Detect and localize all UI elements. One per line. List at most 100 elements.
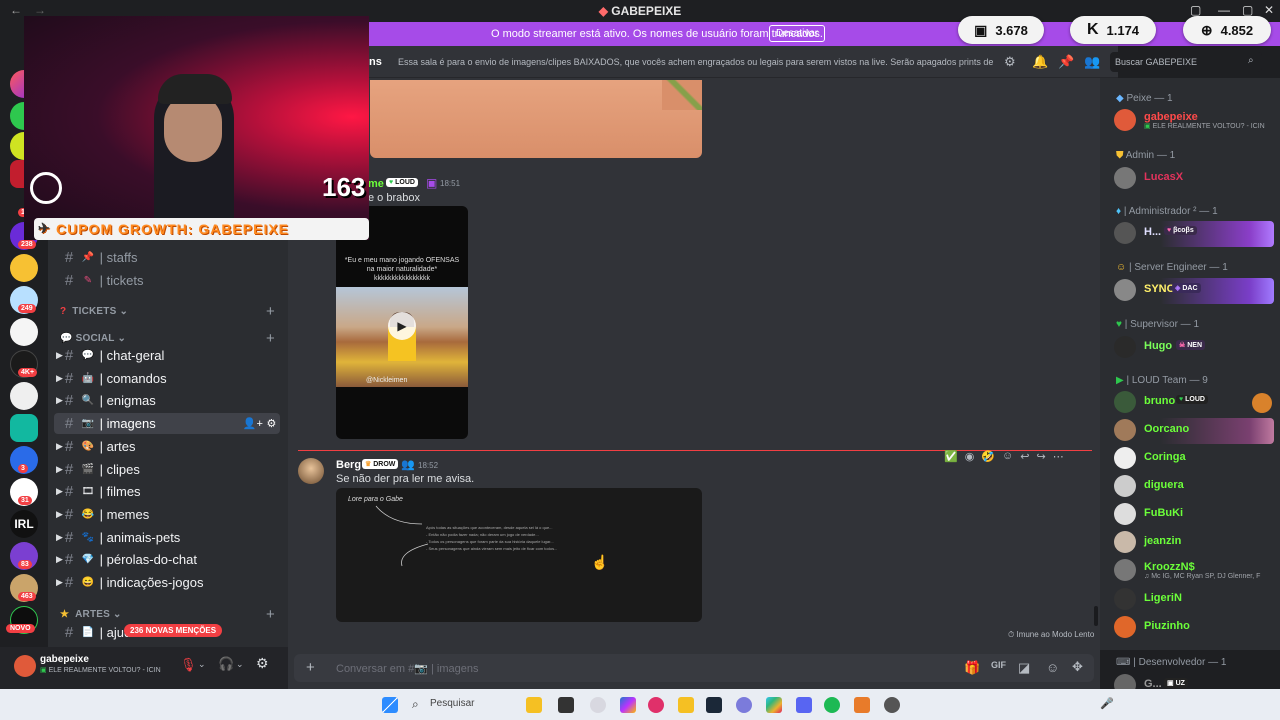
- channel-staffs[interactable]: # 📌 | staffs: [58, 247, 280, 268]
- widgets-icon[interactable]: [526, 697, 542, 713]
- lore-image-attachment[interactable]: Lore para o Gabe Após todas as situações…: [336, 488, 702, 622]
- app-icon[interactable]: [590, 697, 606, 713]
- slack-icon[interactable]: [766, 697, 782, 713]
- headphones-icon[interactable]: 🎧: [218, 656, 234, 672]
- server-icon[interactable]: [10, 382, 38, 410]
- member-diguera[interactable]: diguera: [1112, 474, 1274, 500]
- member-admin[interactable]: H... ♥ βcoβs: [1112, 221, 1274, 247]
- steam-icon[interactable]: [706, 697, 722, 713]
- member-piuzinho[interactable]: Piuzinho: [1112, 615, 1274, 641]
- gift-icon[interactable]: 🎁: [964, 660, 980, 676]
- add-attachment-icon[interactable]: +: [306, 659, 315, 676]
- server-icon[interactable]: [10, 318, 38, 346]
- user-settings-icon[interactable]: ⚙: [256, 655, 269, 672]
- irl-server-icon[interactable]: IRL: [10, 510, 38, 538]
- new-mentions-pill[interactable]: 236 NOVAS MENÇÕES: [124, 624, 223, 637]
- member-bruno[interactable]: bruno ♥ LOUD: [1112, 390, 1274, 416]
- channel-chat-geral[interactable]: ▶ # 💬 | chat-geral: [56, 345, 280, 366]
- gif-icon[interactable]: GIF: [991, 660, 1006, 670]
- channel-indicacoes-jogos[interactable]: ▶ # 😄 | indicações-jogos: [56, 572, 280, 593]
- members-list-icon[interactable]: 👥: [1084, 54, 1100, 70]
- message-input-field[interactable]: + Conversar em #📷 | imagens 🎁 GIF ◪ ☺ ✥: [294, 654, 1094, 682]
- microphone-icon[interactable]: 🎤: [1100, 697, 1114, 710]
- channel-animais-pets[interactable]: ▶ # 🐾 | animais-pets: [56, 527, 280, 548]
- apps-icon[interactable]: ✥: [1072, 659, 1083, 675]
- search-box[interactable]: Buscar GABEPEIXE ⌕: [1110, 52, 1262, 72]
- copilot-icon[interactable]: [620, 697, 636, 713]
- more-options-icon[interactable]: ⋯: [1053, 450, 1064, 463]
- server-icon[interactable]: [10, 414, 38, 442]
- channel-perolas-do-chat[interactable]: ▶ # 💎 | pérolas-do-chat: [56, 549, 280, 570]
- app-icon[interactable]: [854, 697, 870, 713]
- chevron-down-icon[interactable]: ⌄: [198, 659, 206, 670]
- message-author[interactable]: Berg: [336, 459, 361, 471]
- message-author[interactable]: me: [368, 178, 384, 190]
- obs-icon[interactable]: [884, 697, 900, 713]
- emoji-reaction-icon[interactable]: 🤣: [981, 450, 995, 463]
- category-social[interactable]: 💬 SOCIAL ⌄ +: [60, 330, 275, 347]
- sticker-icon[interactable]: ◪: [1018, 660, 1030, 676]
- member-gabepeixe[interactable]: gabepeixe ▣ ELE REALMENTE VOLTOU? - ICIN: [1112, 108, 1274, 134]
- settings-gear-icon[interactable]: ⚙: [267, 417, 277, 430]
- add-channel-icon[interactable]: +: [266, 606, 275, 623]
- threads-icon[interactable]: ⚙: [1004, 54, 1016, 70]
- member-dev[interactable]: G... ▣ UZ: [1112, 673, 1274, 689]
- taskbar-search[interactable]: Pesquisar: [430, 698, 474, 709]
- task-view-icon[interactable]: [558, 697, 574, 713]
- channel-imagens[interactable]: # 📷 | imagens 👤+ ⚙: [54, 413, 280, 434]
- bell-icon[interactable]: 🔔: [1032, 54, 1048, 70]
- play-icon[interactable]: ▶: [388, 312, 416, 340]
- add-channel-icon[interactable]: +: [266, 303, 275, 320]
- member-oorcano[interactable]: Oorcano: [1112, 418, 1274, 444]
- member-kroozzn[interactable]: KroozzN$ ♫ Mc IG, MC Ryan SP, DJ Glenner,…: [1112, 558, 1274, 584]
- previous-image-attachment[interactable]: [370, 80, 702, 158]
- maximize-icon[interactable]: ▢: [1242, 3, 1253, 17]
- close-window-icon[interactable]: ✕: [1264, 3, 1274, 17]
- channel-filmes[interactable]: ▶ # 🎞 | filmes: [56, 481, 280, 502]
- app-icon[interactable]: [736, 697, 752, 713]
- category-artes[interactable]: ★ ARTES ⌄ +: [60, 606, 275, 623]
- channel-enigmas[interactable]: ▶ # 🔍 | enigmas: [56, 390, 280, 411]
- chat-scrollbar[interactable]: [1094, 606, 1098, 626]
- discord-icon[interactable]: [796, 697, 812, 713]
- forward-icon[interactable]: ↪: [1036, 450, 1045, 463]
- windows-start-icon[interactable]: [382, 697, 398, 713]
- channel-memes[interactable]: ▶ # 😂 | memes: [56, 504, 280, 525]
- category-tickets[interactable]: ? TICKETS ⌄ +: [60, 303, 275, 320]
- member-jeanzin[interactable]: jeanzin: [1112, 530, 1274, 556]
- opera-icon[interactable]: [648, 697, 664, 713]
- reply-icon[interactable]: ↩: [1020, 450, 1029, 463]
- channel-comandos[interactable]: ▶ # 🤖 | comandos: [56, 368, 280, 389]
- check-reaction-icon[interactable]: ✅: [944, 450, 958, 463]
- user-name[interactable]: gabepeixe: [40, 654, 89, 665]
- reaction-icon[interactable]: ◉: [965, 450, 975, 463]
- disable-streamer-button[interactable]: Desativar: [769, 25, 826, 42]
- spotify-icon[interactable]: [824, 697, 840, 713]
- invite-icon[interactable]: 👤+: [243, 417, 263, 430]
- channel-clipes[interactable]: ▶ # 🎬 | clipes: [56, 459, 280, 480]
- channel-artes[interactable]: ▶ # 🎨 | artes: [56, 436, 280, 457]
- pin-icon[interactable]: 📌: [1058, 54, 1074, 70]
- kick-count: 1.174: [1106, 22, 1140, 38]
- member-coringa[interactable]: Coringa: [1112, 446, 1274, 472]
- minimize-icon[interactable]: —: [1218, 3, 1230, 17]
- channel-topic[interactable]: Essa sala é para o envio de imagens/clip…: [398, 57, 994, 67]
- twitch-count: 3.678: [995, 22, 1028, 38]
- muted-mic-icon[interactable]: 🎙: [180, 657, 197, 673]
- inbox-icon[interactable]: ▢: [1190, 3, 1201, 17]
- member-group-header: ⛊ Admin — 1: [1116, 150, 1175, 161]
- member-lucasx[interactable]: LucasX: [1112, 166, 1274, 192]
- member-sync[interactable]: SYNC ◈ DAC: [1112, 278, 1274, 304]
- author-avatar[interactable]: [298, 458, 324, 484]
- member-fubuki[interactable]: FuBuKi: [1112, 502, 1274, 528]
- emoji-server-icon[interactable]: [10, 254, 38, 282]
- member-hugo[interactable]: Hugo ☠ NEN: [1112, 335, 1274, 361]
- add-reaction-icon[interactable]: ☺: [1002, 450, 1013, 462]
- user-avatar[interactable]: [14, 655, 36, 677]
- chevron-down-icon[interactable]: ⌄: [236, 659, 244, 670]
- channel-tickets[interactable]: # ✎ | tickets: [58, 270, 280, 291]
- folder-icon[interactable]: [678, 697, 694, 713]
- member-ligerin[interactable]: LigeriN: [1112, 587, 1274, 613]
- video-attachment[interactable]: *Eu e meu mano jogando OFENSAS na maior …: [336, 206, 468, 439]
- emoji-icon[interactable]: ☺: [1046, 660, 1059, 675]
